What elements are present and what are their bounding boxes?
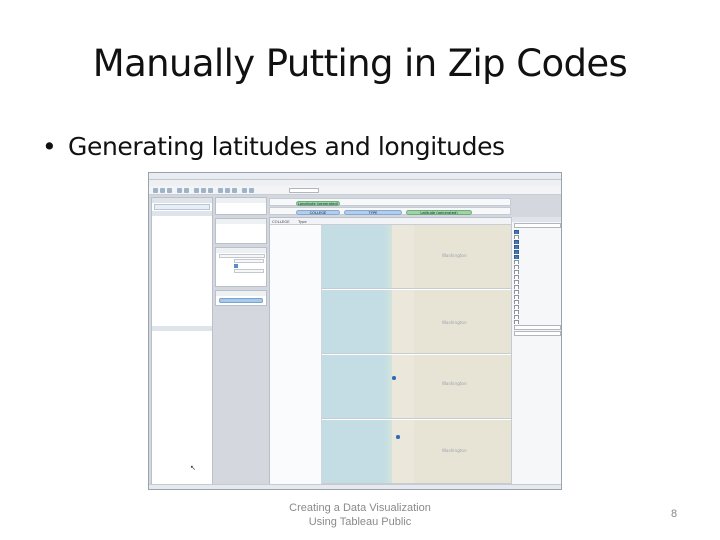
save-icon[interactable] (167, 188, 172, 193)
filters-label (216, 219, 266, 224)
mouse-cursor-icon: ↖ (190, 464, 196, 472)
cards-column (215, 197, 267, 487)
data-pane-header (152, 198, 212, 203)
sheet-tabs-bar (149, 484, 561, 489)
footer-line-2: Using Tableau Public (308, 516, 412, 528)
highlight-icon[interactable] (218, 188, 223, 193)
map-region-label: Washington (442, 320, 467, 325)
swap-icon[interactable] (194, 188, 199, 193)
map-panel-4[interactable]: Washington (322, 420, 512, 484)
map-options-header (512, 217, 561, 222)
detail-pill[interactable] (219, 298, 263, 303)
slide-title: Manually Putting in Zip Codes (92, 42, 628, 85)
mark-size-row[interactable] (216, 268, 266, 273)
rows-pill-type[interactable]: TYPE (344, 209, 402, 215)
label-icon[interactable] (232, 188, 237, 193)
map-panel-1[interactable]: Washington (322, 225, 512, 289)
duplicate-icon[interactable] (184, 188, 189, 193)
measure-field[interactable] (152, 354, 212, 359)
level-of-detail-label (216, 291, 266, 296)
dimension-field[interactable] (152, 276, 212, 281)
sort-asc-icon[interactable] (201, 188, 206, 193)
map-point[interactable] (392, 376, 396, 380)
map-region-label: Washington (442, 381, 467, 386)
columns-pill-longitude[interactable]: Longitude (generated) (296, 200, 340, 206)
map-options-panel (511, 217, 561, 487)
color-swatch[interactable] (234, 264, 238, 268)
fit-select[interactable] (289, 188, 319, 193)
filters-card[interactable] (215, 218, 267, 244)
group-icon[interactable] (225, 188, 230, 193)
pages-label (216, 198, 266, 203)
map-panel-2[interactable]: Washington (322, 290, 512, 354)
map-style-select[interactable] (514, 223, 561, 228)
footer-line-1: Creating a Data Visualization (289, 502, 431, 514)
columns-shelf[interactable]: Longitude (generated) (269, 198, 511, 206)
map-layer-option[interactable] (512, 319, 561, 324)
new-sheet-icon[interactable] (177, 188, 182, 193)
header-college: COLLEGE (272, 219, 290, 224)
redo-icon[interactable] (160, 188, 165, 193)
bullet-item: • Generating latitudes and longitudes (42, 132, 682, 161)
header-type: Type (298, 219, 307, 224)
data-source[interactable] (154, 204, 210, 210)
level-of-detail-card (215, 290, 267, 306)
washout-slider[interactable] (514, 331, 561, 336)
map-region-label: Washington (442, 253, 467, 258)
bullet-text: Generating latitudes and longitudes (68, 132, 505, 161)
undo-icon[interactable] (153, 188, 158, 193)
map-point[interactable] (396, 435, 400, 439)
row-header-pane (270, 225, 322, 488)
map-panel-3[interactable]: Washington (322, 355, 512, 419)
data-window (151, 197, 213, 487)
pages-card[interactable] (215, 197, 267, 215)
marks-card (215, 247, 267, 287)
bullet-dot: • (42, 132, 57, 161)
app-toolbar (149, 186, 561, 195)
map-region-label: Washington (442, 448, 467, 453)
rows-pill-latitude[interactable]: Latitude (generated) (406, 209, 472, 215)
rows-pill-college[interactable]: COLLEGE (296, 209, 340, 215)
map-color-select[interactable] (514, 325, 561, 330)
slide-footer: Creating a Data Visualization Using Tabl… (250, 501, 470, 529)
rows-shelf[interactable]: COLLEGE TYPE Latitude (generated) (269, 207, 511, 215)
sort-desc-icon[interactable] (208, 188, 213, 193)
tableau-screenshot: Longitude (generated) COLLEGE TYPE Latit… (148, 172, 562, 490)
page-number: 8 (670, 508, 678, 520)
fit-icon[interactable] (242, 188, 247, 193)
zoom-icon[interactable] (249, 188, 254, 193)
app-titlebar (149, 173, 561, 180)
